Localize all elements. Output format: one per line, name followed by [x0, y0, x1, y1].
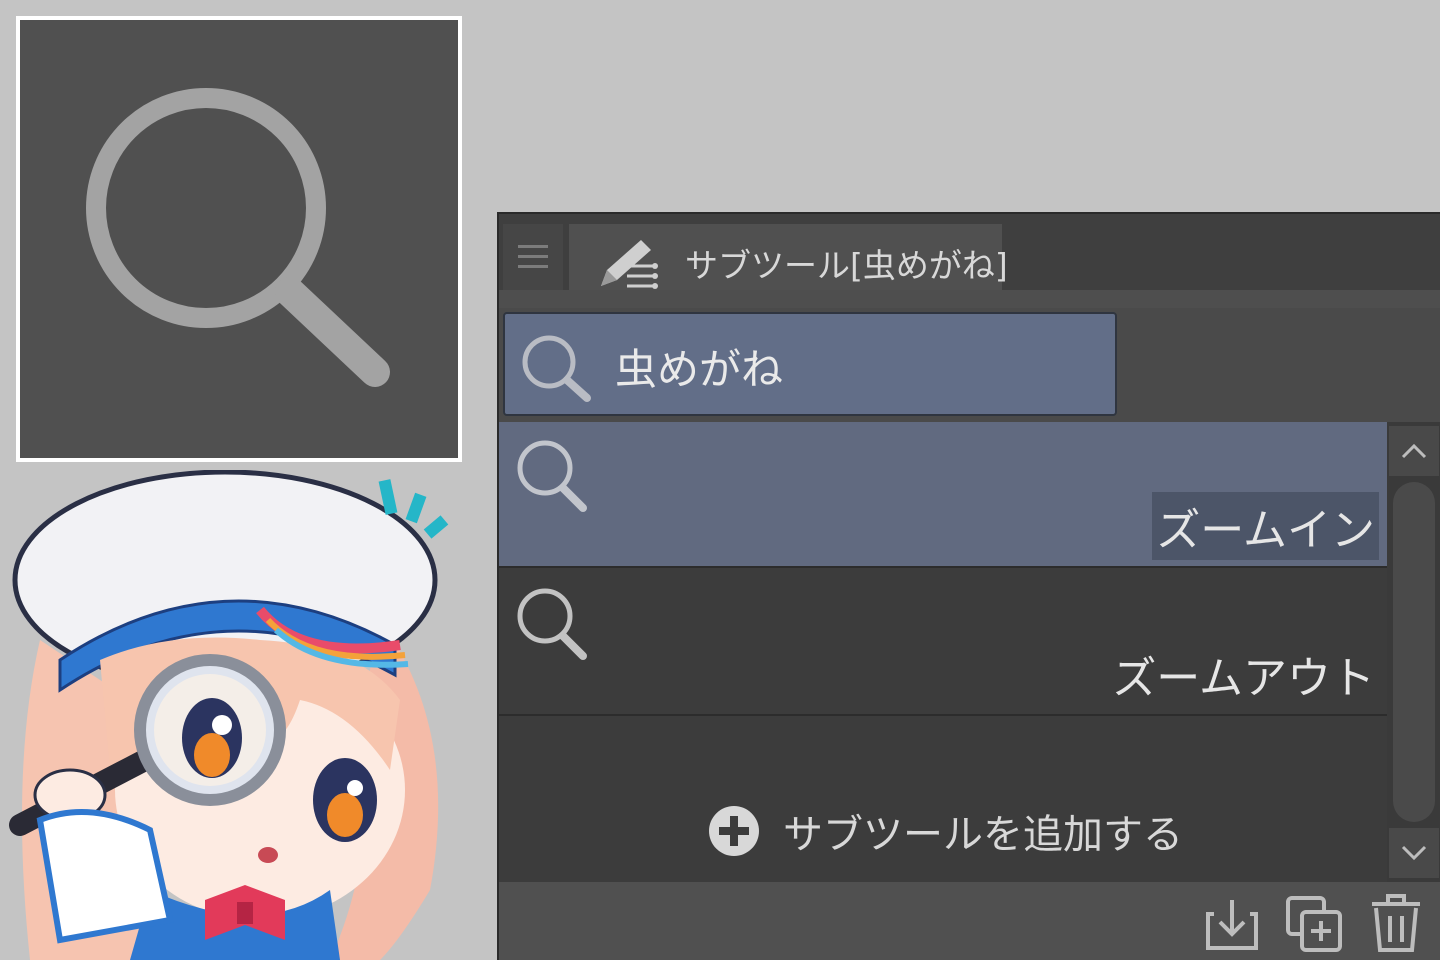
add-subtool-label: サブツールを追加する [783, 812, 1183, 858]
panel-tabbar: サブツール[虫めがね] [499, 214, 1440, 290]
add-subtool-button[interactable]: サブツールを追加する [709, 802, 1183, 860]
list-item-label: ズームアウト [1112, 653, 1375, 704]
tool-icon-preview [16, 16, 462, 462]
chevron-down-icon [1401, 845, 1427, 861]
subtool-panel: サブツール[虫めがね] ズームイン ズームアウト [497, 212, 1440, 960]
tab-underline [499, 290, 1440, 308]
hamburger-icon [518, 245, 548, 268]
import-icon[interactable] [1202, 894, 1262, 954]
magnifier-icon [517, 440, 587, 512]
mascot-illustration [9, 470, 449, 960]
search-area [499, 308, 1440, 422]
search-box[interactable] [503, 312, 1117, 416]
magnifier-icon [517, 588, 587, 660]
list-item-zoom-in[interactable]: ズームイン [499, 422, 1387, 568]
list-scrollbar[interactable] [1387, 422, 1440, 882]
list-item-zoom-out[interactable]: ズームアウト [499, 570, 1387, 716]
panel-footer [499, 882, 1440, 960]
magnifier-icon [86, 88, 390, 387]
magnifier-icon [522, 335, 591, 402]
tab-label: サブツール[虫めがね] [685, 246, 1008, 285]
trash-icon[interactable] [1366, 894, 1426, 954]
scroll-down-button[interactable] [1389, 828, 1439, 878]
chevron-up-icon [1401, 443, 1427, 459]
pen-tool-icon [601, 240, 658, 289]
plus-circle-icon [709, 806, 759, 856]
panel-menu-button[interactable] [503, 224, 563, 290]
scroll-track[interactable] [1393, 482, 1435, 822]
duplicate-icon[interactable] [1284, 894, 1344, 954]
search-input[interactable] [615, 338, 1095, 394]
list-item-label: ズームイン [1152, 492, 1379, 560]
scroll-up-button[interactable] [1389, 426, 1439, 476]
tab-subtool[interactable]: サブツール[虫めがね] [569, 224, 1008, 290]
